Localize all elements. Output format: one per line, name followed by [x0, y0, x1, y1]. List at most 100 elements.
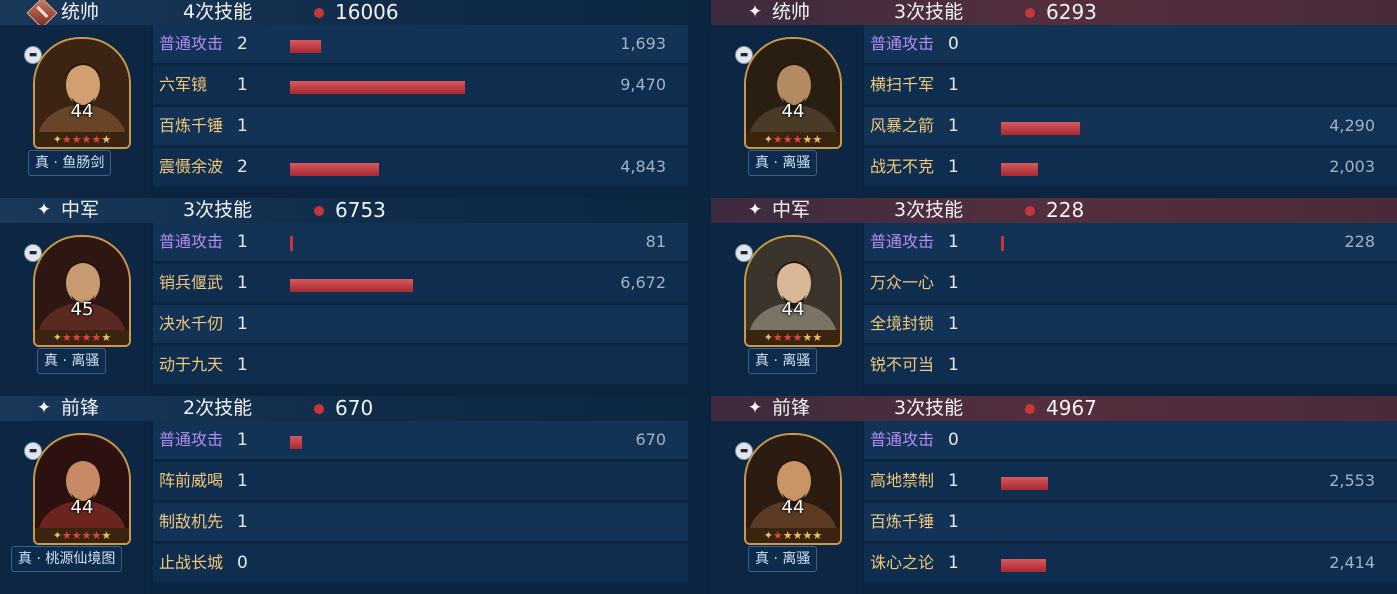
- skill-use-count: 1: [237, 273, 248, 293]
- damage-bar: [1001, 163, 1038, 176]
- general-block: 统帅 4次技能 16006 44 ✦★★★★★ ▬ 真 · 鱼肠剑 普通攻击 2 1,693 六军…: [0, 0, 688, 198]
- troop-type-icon: ▬: [735, 46, 753, 64]
- damage-value: 2,553: [1329, 471, 1375, 490]
- damage-value: 6,672: [620, 273, 666, 292]
- skill-count: 2次技能: [183, 397, 253, 419]
- portrait-art: [746, 237, 840, 345]
- skill-row[interactable]: 普通攻击 1 228: [864, 223, 1397, 261]
- equipment-label[interactable]: 真 · 离骚: [37, 348, 107, 374]
- star-icon: ✦: [763, 529, 773, 542]
- damage-value: 4,290: [1329, 116, 1375, 135]
- skill-use-count: 1: [237, 232, 248, 252]
- skill-row[interactable]: 百炼千锤 1: [864, 503, 1397, 541]
- damage-bar: [290, 279, 413, 292]
- skill-row[interactable]: 动于九天 1: [153, 346, 688, 384]
- skill-use-count: 1: [237, 430, 248, 450]
- skill-row[interactable]: 全境封锁 1: [864, 305, 1397, 343]
- damage-bar: [290, 436, 302, 449]
- skill-use-count: 1: [237, 355, 248, 375]
- general-portrait[interactable]: 45 ✦★★★★★: [33, 235, 131, 347]
- general-portrait[interactable]: 44 ✦★★★★★: [744, 235, 842, 347]
- skill-use-count: 1: [948, 116, 959, 136]
- general-card[interactable]: 45 ✦★★★★★ ▬ 真 · 离骚: [0, 223, 150, 396]
- skill-use-count: 1: [948, 355, 959, 375]
- equipment-label[interactable]: 真 · 鱼肠剑: [28, 150, 112, 176]
- equipment-label[interactable]: 真 · 桃源仙境图: [11, 546, 123, 572]
- damage-dot-icon: [314, 404, 324, 414]
- skill-count: 3次技能: [894, 1, 964, 23]
- role-label: 统帅: [772, 1, 811, 23]
- skill-use-count: 1: [237, 75, 248, 95]
- damage-bar: [1001, 559, 1046, 572]
- skill-row[interactable]: 普通攻击 1 670: [153, 421, 688, 459]
- star-icon: ★: [772, 331, 783, 344]
- star-icon: ★: [772, 529, 783, 542]
- general-portrait[interactable]: 44 ✦★★★★★: [744, 433, 842, 545]
- skill-row[interactable]: 普通攻击 1 81: [153, 223, 688, 261]
- skill-list: 普通攻击 0 横扫千军 1 风暴之箭 1 4,290 战无不克 1 2,003: [864, 25, 1397, 198]
- skill-row[interactable]: 普通攻击 2 1,693: [153, 25, 688, 63]
- general-header: ✦ 中军 3次技能 6753: [0, 198, 688, 223]
- skill-list: 普通攻击 1 670 阵前威喝 1 制敌机先 1 止战长城 0: [153, 421, 688, 594]
- skill-name: 风暴之箭: [870, 116, 935, 135]
- skill-row[interactable]: 百炼千锤 1: [153, 107, 688, 145]
- damage-bar: [290, 40, 321, 53]
- skill-row[interactable]: 横扫千军 1: [864, 66, 1397, 104]
- portrait-art: [35, 237, 129, 345]
- skill-use-count: 1: [237, 512, 248, 532]
- skill-name: 百炼千锤: [159, 116, 224, 135]
- star-icon: ★: [91, 529, 102, 542]
- star-icon: ★: [101, 529, 112, 542]
- skill-row[interactable]: 诛心之论 1 2,414: [864, 544, 1397, 582]
- skill-row[interactable]: 普通攻击 0: [864, 25, 1397, 63]
- star-rating: ✦★★★★★: [746, 528, 840, 543]
- skill-name: 横扫千军: [870, 75, 935, 94]
- skill-count: 3次技能: [894, 199, 964, 221]
- sparkle-icon: ✦: [747, 398, 763, 418]
- star-icon: ★: [792, 529, 803, 542]
- star-icon: ✦: [52, 529, 62, 542]
- skill-name: 震慑余波: [159, 157, 224, 176]
- general-portrait[interactable]: 44 ✦★★★★★: [33, 433, 131, 545]
- skill-use-count: 1: [948, 273, 959, 293]
- skill-use-count: 1: [948, 553, 959, 573]
- skill-row[interactable]: 阵前威喝 1: [153, 462, 688, 500]
- skill-row[interactable]: 普通攻击 0: [864, 421, 1397, 459]
- skill-row[interactable]: 万众一心 1: [864, 264, 1397, 302]
- total-damage: 6753: [335, 198, 386, 222]
- skill-row[interactable]: 销兵偃武 1 6,672: [153, 264, 688, 302]
- skill-row[interactable]: 止战长城 0: [153, 544, 688, 582]
- general-portrait[interactable]: 44 ✦★★★★★: [744, 37, 842, 149]
- skill-list: 普通攻击 1 228 万众一心 1 全境封锁 1 锐不可当 1: [864, 223, 1397, 396]
- portrait-art: [746, 435, 840, 543]
- equipment-label[interactable]: 真 · 离骚: [748, 348, 818, 374]
- skill-name: 销兵偃武: [159, 273, 224, 292]
- skill-row[interactable]: 战无不克 1 2,003: [864, 148, 1397, 186]
- skill-row[interactable]: 锐不可当 1: [864, 346, 1397, 384]
- skill-row[interactable]: 风暴之箭 1 4,290: [864, 107, 1397, 145]
- general-header: ✦ 前锋 3次技能 4967: [711, 396, 1397, 421]
- general-card[interactable]: 44 ✦★★★★★ ▬ 真 · 鱼肠剑: [0, 25, 150, 198]
- general-card[interactable]: 44 ✦★★★★★ ▬ 真 · 桃源仙境图: [0, 421, 150, 594]
- damage-value: 2,414: [1329, 553, 1375, 572]
- general-card[interactable]: 44 ✦★★★★★ ▬ 真 · 离骚: [711, 421, 861, 594]
- skill-name: 决水千仞: [159, 314, 224, 333]
- star-icon: ★: [812, 331, 823, 344]
- equipment-label[interactable]: 真 · 离骚: [748, 150, 818, 176]
- skill-row[interactable]: 六军镜 1 9,470: [153, 66, 688, 104]
- skill-row[interactable]: 高地禁制 1 2,553: [864, 462, 1397, 500]
- damage-bar: [1001, 477, 1048, 490]
- troop-type-icon: ▬: [24, 46, 42, 64]
- general-card[interactable]: 44 ✦★★★★★ ▬ 真 · 离骚: [711, 223, 861, 396]
- damage-dot-icon: [1025, 8, 1035, 18]
- general-block: ✦ 中军 3次技能 228 44 ✦★★★★★ ▬ 真 · 离骚 普通攻击 1 228 万众一心 1 全…: [711, 198, 1397, 396]
- skill-row[interactable]: 制敌机先 1: [153, 503, 688, 541]
- general-level: 44: [781, 299, 805, 320]
- skill-row[interactable]: 震慑余波 2 4,843: [153, 148, 688, 186]
- skill-row[interactable]: 决水千仞 1: [153, 305, 688, 343]
- general-card[interactable]: 44 ✦★★★★★ ▬ 真 · 离骚: [711, 25, 861, 198]
- equipment-label[interactable]: 真 · 离骚: [748, 546, 818, 572]
- skill-list: 普通攻击 0 高地禁制 1 2,553 百炼千锤 1 诛心之论 1 2,414: [864, 421, 1397, 594]
- total-damage: 16006: [335, 0, 399, 24]
- general-portrait[interactable]: 44 ✦★★★★★: [33, 37, 131, 149]
